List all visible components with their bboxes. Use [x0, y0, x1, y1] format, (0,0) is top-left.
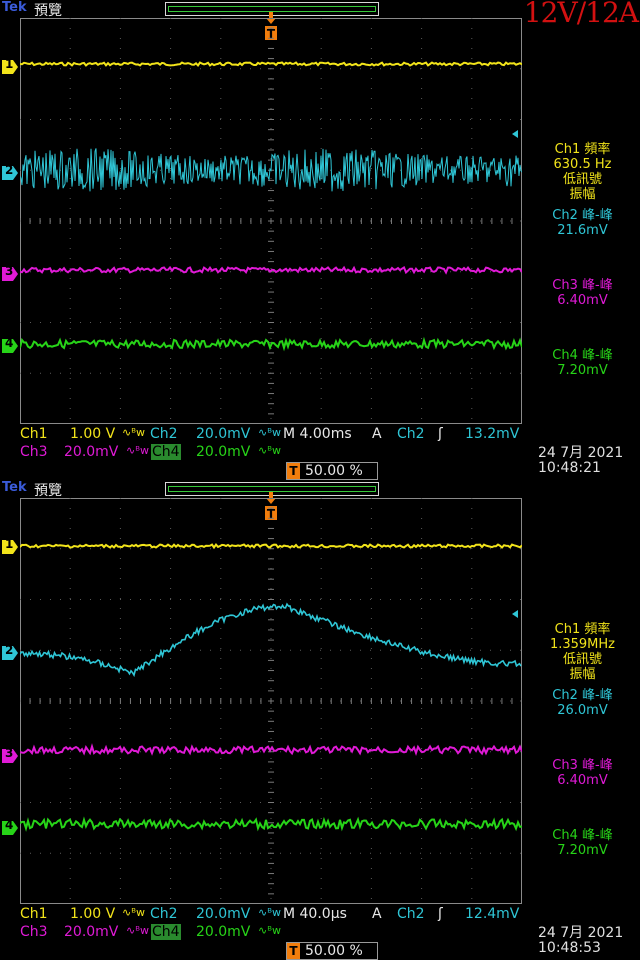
ch2-bw-icon: ∿ᴮw: [258, 426, 281, 439]
ch1-trace: [20, 542, 522, 550]
trigger-pos-icon: T: [287, 463, 300, 479]
time: 10:48:21: [538, 460, 601, 476]
datetime: 24 7月 2021 10:48:21: [538, 446, 640, 476]
ch2-pp-value: 26.0mV: [557, 703, 608, 718]
measurement-panel: Ch1 頻率 630.5 Hz 低訊號 振幅 Ch2 峰-峰 21.6mV Ch…: [525, 142, 640, 378]
ch1-scale: 1.00 V: [70, 906, 116, 922]
ch4-pp-value: 7.20mV: [557, 843, 608, 858]
ch1-freq-title: Ch1 頻率: [554, 142, 611, 157]
test-condition-banner: 12V/12A: [523, 0, 639, 29]
trigger-position-box: T 50.00 %: [286, 462, 378, 480]
tek-logo: Tek: [2, 480, 27, 495]
ch2-marker: 2: [2, 643, 18, 660]
ch1-freq-value: 1.359MHz: [549, 637, 616, 652]
top-bar: Tek 預覽: [0, 480, 640, 499]
ch4-scale: 20.0mV: [196, 924, 251, 940]
ch2-pp-title: Ch2 峰-峰: [552, 208, 613, 223]
ch4-label: Ch4: [151, 924, 181, 940]
graticule: [20, 498, 522, 904]
ch1-note-1: 低訊號: [562, 172, 602, 187]
ch2-label: Ch2: [150, 426, 178, 442]
acquisition-mode: 預覽: [34, 3, 62, 19]
ch1-note-1: 低訊號: [562, 652, 602, 667]
ch1-bw-icon: ∿ᴮw: [122, 906, 145, 919]
ch4-bw-icon: ∿ᴮw: [258, 444, 281, 457]
timebase: M 40.0µs: [283, 906, 347, 922]
trigger-level: 13.2mV: [465, 426, 520, 442]
ch1-note-2: 振幅: [569, 187, 596, 202]
ch4-pp-title: Ch4 峰-峰: [552, 348, 613, 363]
trigger-level: 12.4mV: [465, 906, 520, 922]
ch2-bw-icon: ∿ᴮw: [258, 906, 281, 919]
ch3-scale: 20.0mV: [64, 924, 119, 940]
ch1-freq-title: Ch1 頻率: [554, 622, 611, 637]
ch4-scale: 20.0mV: [196, 444, 251, 460]
graticule: [20, 18, 522, 424]
ch3-marker: 3: [2, 746, 18, 763]
status-bar: Ch1 1.00 V ∿ᴮw Ch2 20.0mV ∿ᴮw M 4.00ms A…: [0, 424, 640, 480]
ch3-trace: [20, 743, 522, 757]
scope-capture-1: Tek 預覽 12V/12A T 1 2 3 4 Ch1 頻率 630.5 Hz…: [0, 0, 640, 480]
top-bar: Tek 預覽 12V/12A: [0, 0, 640, 29]
ch4-marker: 4: [2, 336, 18, 353]
tek-logo: Tek: [2, 0, 27, 15]
ch1-label: Ch1: [20, 906, 48, 922]
ch4-pp-title: Ch4 峰-峰: [552, 828, 613, 843]
ch2-pp-value: 21.6mV: [557, 223, 608, 238]
ch1-label: Ch1: [20, 426, 48, 442]
ch2-trace: [20, 148, 522, 192]
timebase: M 4.00ms: [283, 426, 352, 442]
trigger-source: Ch2: [397, 906, 425, 922]
trigger-mode: A: [372, 906, 382, 922]
ch3-pp-title: Ch3 峰-峰: [552, 278, 613, 293]
ch3-bw-icon: ∿ᴮw: [126, 444, 149, 457]
ch3-pp-title: Ch3 峰-峰: [552, 758, 613, 773]
trigger-position: 50.00 %: [305, 943, 363, 959]
ch2-pp-title: Ch2 峰-峰: [552, 688, 613, 703]
ch4-label: Ch4: [151, 444, 181, 460]
trigger-mode: A: [372, 426, 382, 442]
ch4-marker: 4: [2, 818, 18, 835]
scope-capture-2: Tek 預覽 T 1 2 3 4 Ch1 頻率 1.359MHz 低訊號 振幅 …: [0, 480, 640, 960]
trigger-position-box: T 50.00 %: [286, 942, 378, 960]
ch3-bw-icon: ∿ᴮw: [126, 924, 149, 937]
trigger-pos-icon: T: [287, 943, 300, 959]
trigger-slope-icon: ʃ: [438, 426, 443, 442]
status-bar: Ch1 1.00 V ∿ᴮw Ch2 20.0mV ∿ᴮw M 40.0µs A…: [0, 904, 640, 960]
ch1-marker: 1: [2, 537, 18, 554]
ch3-label: Ch3: [20, 444, 48, 460]
ch4-bw-icon: ∿ᴮw: [258, 924, 281, 937]
ch1-freq-value: 630.5 Hz: [553, 157, 612, 172]
date: 24 7月 2021: [538, 445, 624, 461]
ch3-pp-value: 6.40mV: [557, 773, 608, 788]
trigger-level-marker: [512, 130, 518, 138]
ch4-trace: [20, 336, 522, 352]
trigger-slope-icon: ʃ: [438, 906, 443, 922]
measurement-panel: Ch1 頻率 1.359MHz 低訊號 振幅 Ch2 峰-峰 26.0mV Ch…: [525, 622, 640, 858]
ch4-trace: [20, 816, 522, 832]
ch4-pp-value: 7.20mV: [557, 363, 608, 378]
trigger-source: Ch2: [397, 426, 425, 442]
ch3-pp-value: 6.40mV: [557, 293, 608, 308]
ch2-trace: [20, 602, 522, 678]
ch2-scale: 20.0mV: [196, 426, 251, 442]
trigger-level-marker: [512, 610, 518, 618]
time: 10:48:53: [538, 940, 601, 956]
acquisition-mode: 預覽: [34, 483, 62, 499]
ch1-marker: 1: [2, 57, 18, 74]
ch1-bw-icon: ∿ᴮw: [122, 426, 145, 439]
ch2-marker: 2: [2, 163, 18, 180]
ch1-scale: 1.00 V: [70, 426, 116, 442]
ch3-label: Ch3: [20, 924, 48, 940]
date: 24 7月 2021: [538, 925, 624, 941]
ch1-note-2: 振幅: [569, 667, 596, 682]
datetime: 24 7月 2021 10:48:53: [538, 926, 640, 956]
ch3-scale: 20.0mV: [64, 444, 119, 460]
ch1-trace: [20, 61, 522, 67]
ch2-scale: 20.0mV: [196, 906, 251, 922]
ch3-marker: 3: [2, 264, 18, 281]
ch2-label: Ch2: [150, 906, 178, 922]
trigger-position: 50.00 %: [305, 463, 363, 479]
